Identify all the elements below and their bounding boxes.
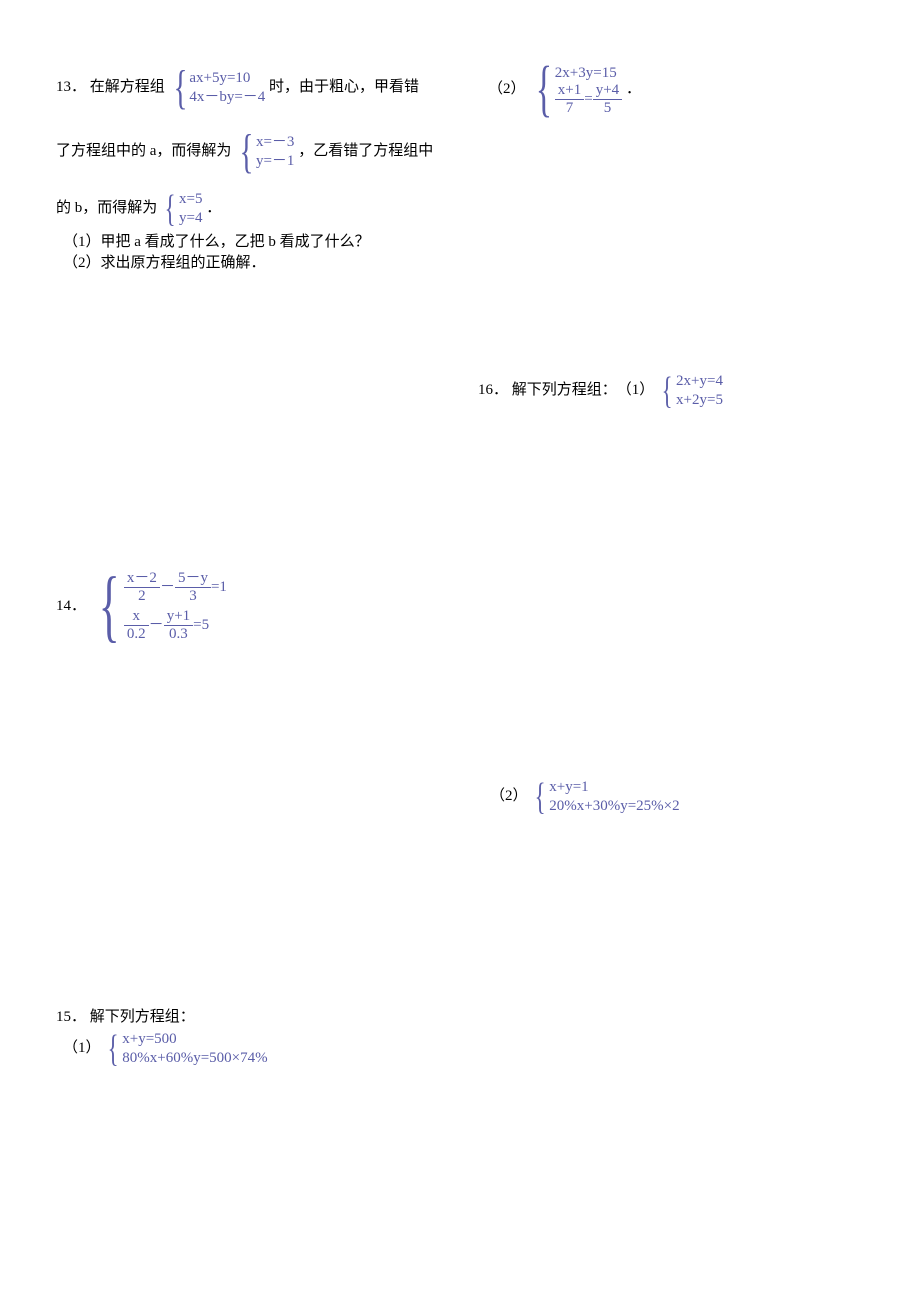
eq-line: y=－1 <box>256 152 294 171</box>
q13-system-1: { ax+5y=10 4x－by=－4 <box>169 66 266 109</box>
eq-line: y=4 <box>179 209 202 228</box>
q14-system: { x－2 2 － 5－y 3 =1 x 0.2 － y+1 0.3 =5 <box>90 570 227 642</box>
brace-icon: { <box>240 130 254 173</box>
p2-label: （2） <box>490 786 528 807</box>
q13-mid: 时，由于粗心，甲看错 <box>269 79 419 95</box>
q15-number: 15． <box>56 1009 86 1025</box>
q16-title: 解下列方程组： <box>512 380 617 401</box>
eq-line: 2x+y=4 <box>676 372 723 391</box>
eq-line: 80%x+60%y=500×74% <box>122 1049 267 1068</box>
problem-16-part2: （2） { x+y=1 20%x+30%y=25%×2 <box>490 778 680 816</box>
fraction: 5－y 3 <box>175 570 211 604</box>
eq-line: 4x－by=－4 <box>189 88 265 107</box>
fraction: y+1 0.3 <box>164 608 193 642</box>
text: ． <box>206 200 221 216</box>
brace-icon: { <box>535 780 546 814</box>
period: ． <box>626 79 641 100</box>
eq-line: x 0.2 － y+1 0.3 =5 <box>124 608 227 642</box>
eq-line: 20%x+30%y=25%×2 <box>549 797 679 816</box>
eq-line: x=5 <box>179 190 202 209</box>
q14-number: 14． <box>56 596 86 617</box>
q15-system-1: { x+y=500 80%x+60%y=500×74% <box>104 1030 267 1068</box>
problem-13: 13． 在解方程组 { ax+5y=10 4x－by=－4 时，由于粗心，甲看错 <box>56 66 486 109</box>
problem-15-part2: （2） { 2x+3y=15 x+1 7 = y+4 5 ． <box>488 62 641 118</box>
eq-line: x－2 2 － 5－y 3 =1 <box>124 570 227 604</box>
q15-title: 解下列方程组： <box>90 1009 195 1025</box>
text: ，乙看错了方程组中 <box>298 143 433 159</box>
problem-16: 16． 解下列方程组：（1） { 2x+y=4 x+2y=5 <box>478 372 723 410</box>
brace-icon: { <box>108 1032 119 1066</box>
q16-system-1: { 2x+y=4 x+2y=5 <box>658 372 723 410</box>
problem-13-line3: 的 b，而得解为 { x=5 y=4 ． <box>56 190 486 228</box>
p1-label: （1） <box>617 380 655 401</box>
problem-13-line2: 了方程组中的 a，而得解为 { x=－3 y=－1 ，乙看错了方程组中 <box>56 130 486 173</box>
q13-system-3: { x=5 y=4 <box>161 190 202 228</box>
q13-pre: 在解方程组 <box>90 79 165 95</box>
brace-icon: { <box>98 570 119 642</box>
fraction: x+1 7 <box>555 82 584 116</box>
eq-line: x+2y=5 <box>676 391 723 410</box>
eq-line: 2x+3y=15 <box>555 64 622 83</box>
fraction: x－2 2 <box>124 570 160 604</box>
eq-line: x+1 7 = y+4 5 <box>555 82 622 116</box>
fraction: x 0.2 <box>124 608 149 642</box>
q16-system-2: { x+y=1 20%x+30%y=25%×2 <box>531 778 679 816</box>
p1-label: （1） <box>63 1038 101 1059</box>
brace-icon: { <box>165 192 176 226</box>
text: 了方程组中的 a，而得解为 <box>56 143 231 159</box>
brace-icon: { <box>536 62 552 118</box>
eq-line: x+y=1 <box>549 778 679 797</box>
q13-sub2: （2）求出原方程组的正确解． <box>63 253 266 274</box>
q15-system-2: { 2x+3y=15 x+1 7 = y+4 5 <box>529 62 622 118</box>
fraction: y+4 5 <box>593 82 622 116</box>
q16-number: 16． <box>478 380 508 401</box>
q13-system-2: { x=－3 y=－1 <box>235 130 294 173</box>
problem-15-title: 15． 解下列方程组： <box>56 1007 195 1028</box>
brace-icon: { <box>662 374 673 408</box>
q13-sub1: （1）甲把 a 看成了什么，乙把 b 看成了什么？ <box>63 232 370 253</box>
p2-label: （2） <box>488 79 526 100</box>
eq-line: ax+5y=10 <box>189 69 265 88</box>
q13-number: 13． <box>56 79 86 95</box>
problem-14: 14． { x－2 2 － 5－y 3 =1 x 0.2 － y+1 0.3 <box>56 570 227 642</box>
text: 的 b，而得解为 <box>56 200 157 216</box>
eq-line: x=－3 <box>256 133 294 152</box>
brace-icon: { <box>173 66 187 109</box>
eq-line: x+y=500 <box>122 1030 267 1049</box>
problem-15-part1: （1） { x+y=500 80%x+60%y=500×74% <box>63 1030 268 1068</box>
